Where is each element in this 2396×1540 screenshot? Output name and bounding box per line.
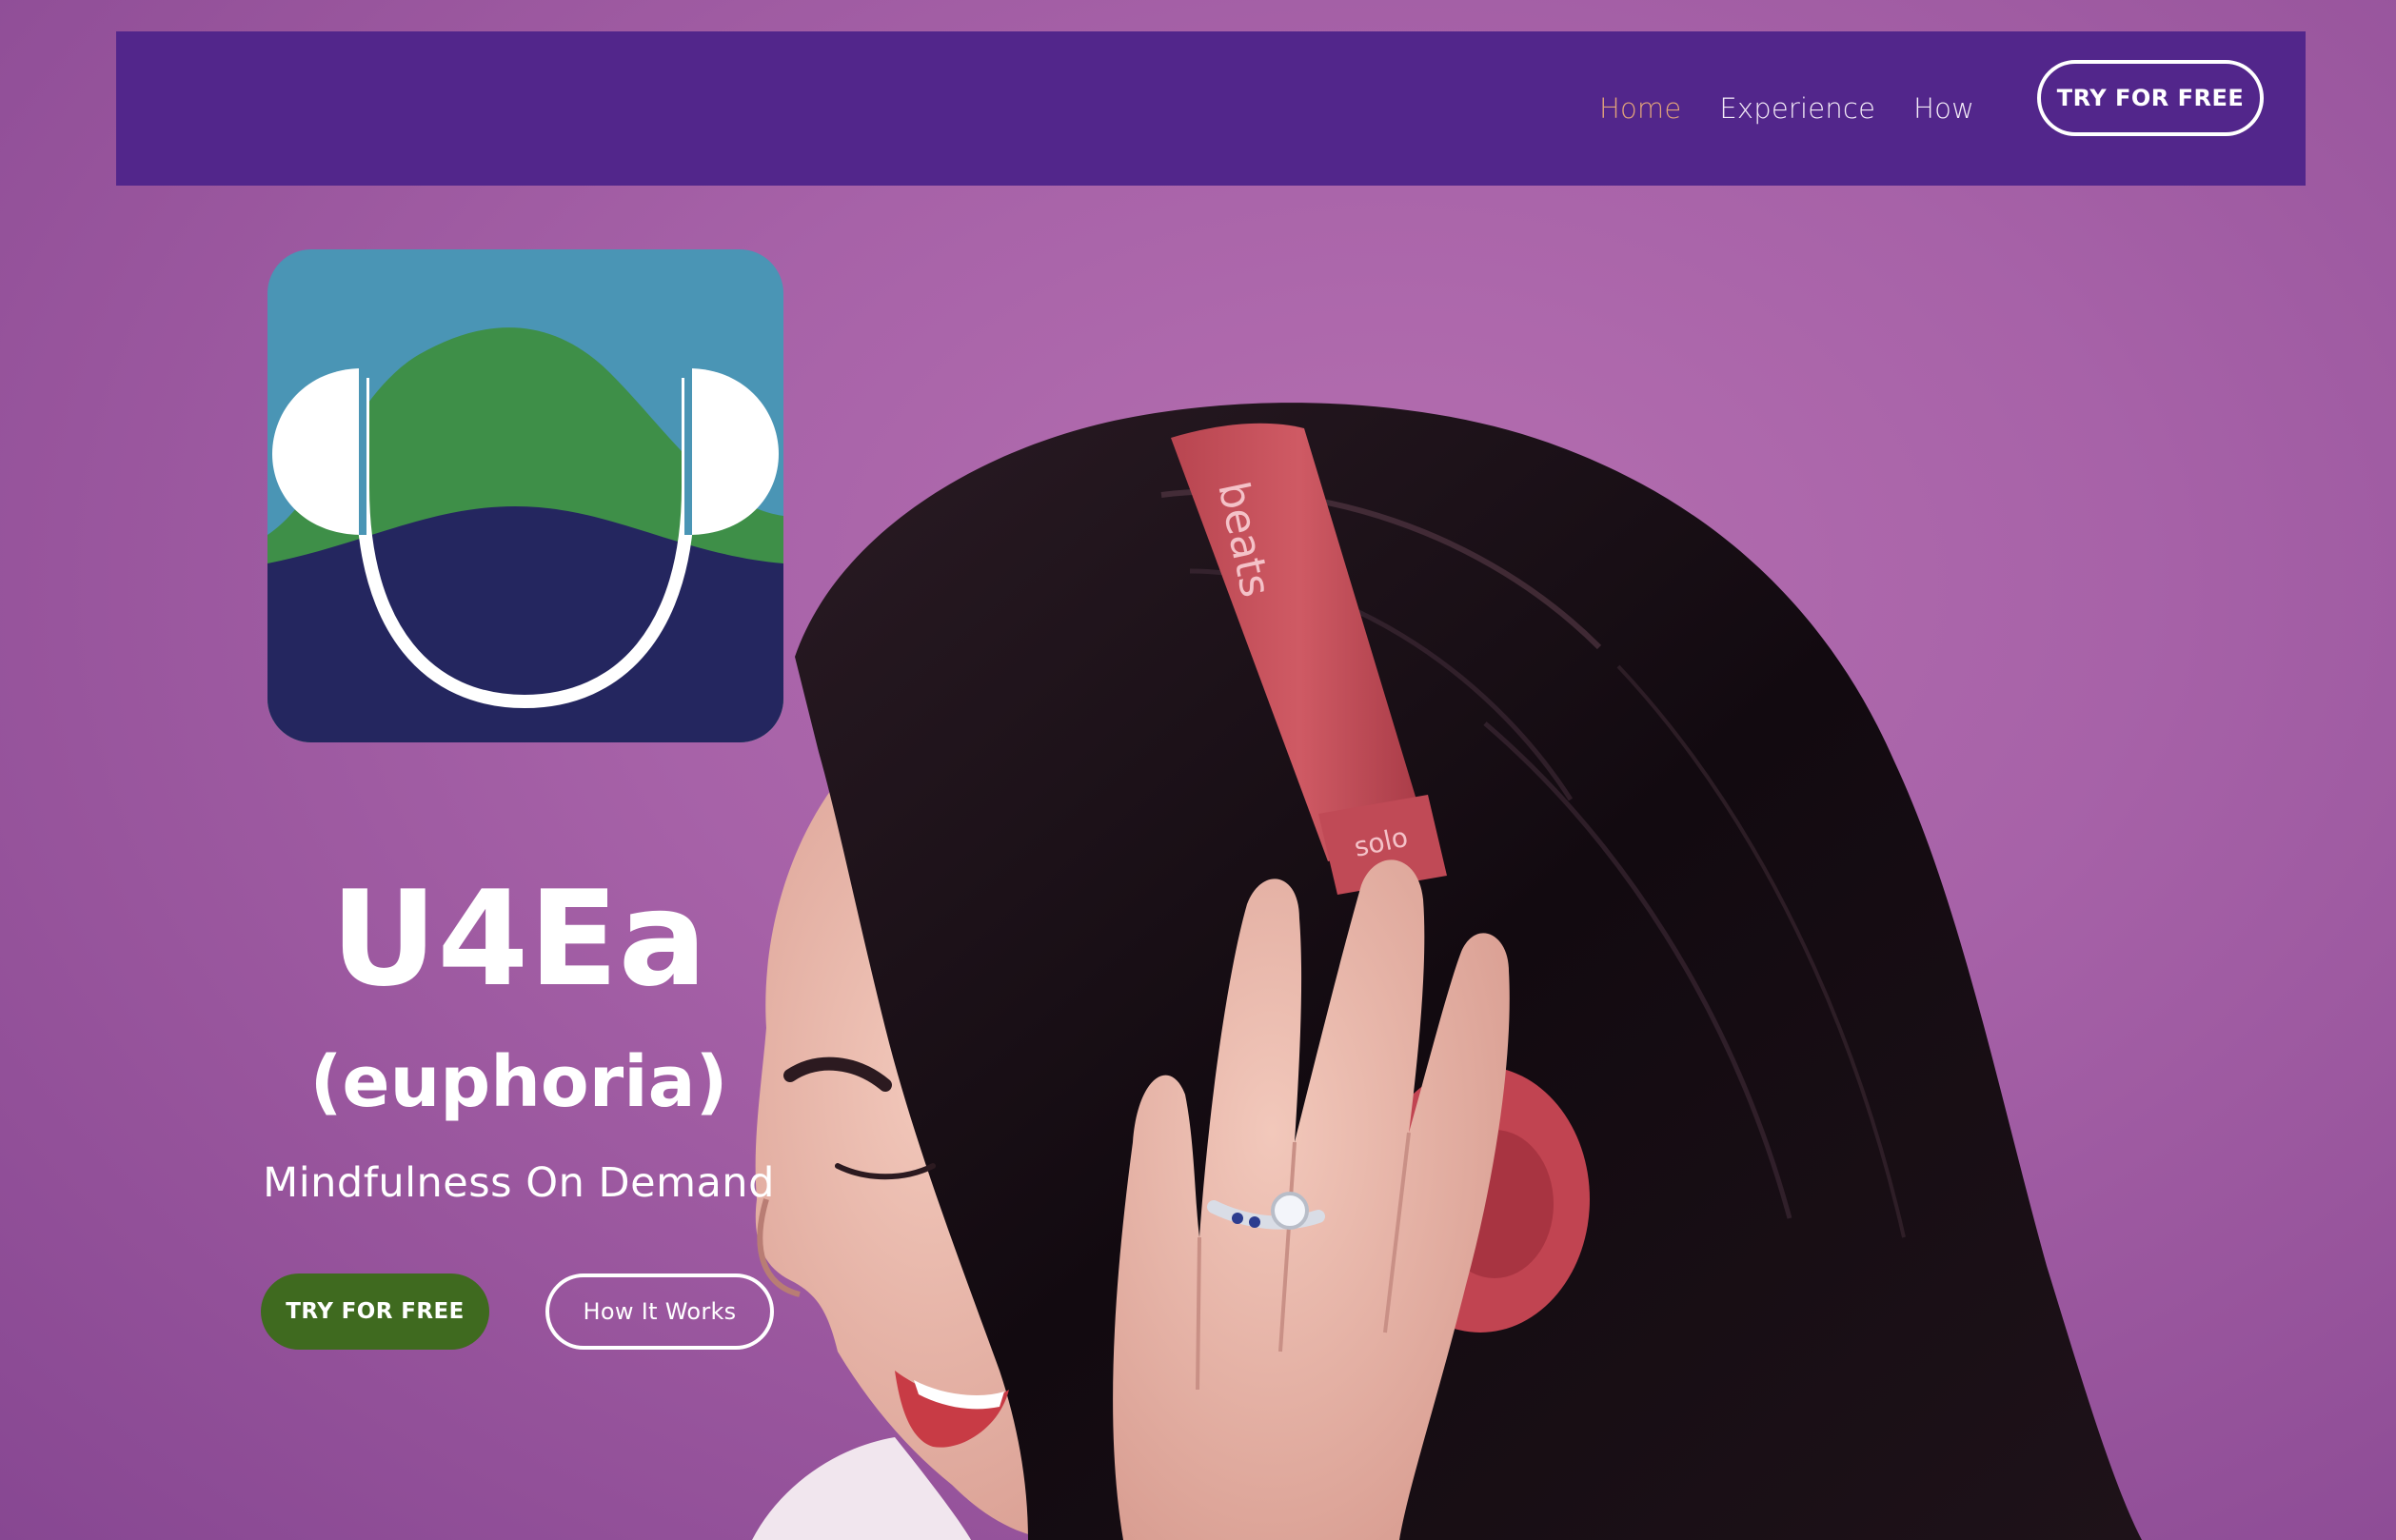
nav-try-free-button[interactable]: TRY FOR FREE: [2037, 60, 2264, 136]
nav-links: Home Experience How: [1599, 31, 1974, 186]
how-it-works-button[interactable]: How It Works: [545, 1273, 774, 1350]
landing-page: beats solo Home Experience How TRY FOR F…: [0, 0, 2396, 1540]
hero-tagline: Mindfulness On Demand: [263, 1159, 775, 1207]
nav-link-experience[interactable]: Experience: [1719, 92, 1875, 125]
nav-link-how[interactable]: How: [1913, 92, 1974, 125]
nav-link-home[interactable]: Home: [1599, 92, 1681, 125]
hero-title: U4Ea: [330, 862, 707, 1016]
hero-subtitle: (euphoria): [309, 1041, 728, 1123]
hero-try-free-button[interactable]: TRY FOR FREE: [261, 1273, 489, 1350]
top-navbar: Home Experience How TRY FOR FREE: [116, 31, 2306, 186]
headphones-landscape-logo-icon: [267, 249, 783, 742]
